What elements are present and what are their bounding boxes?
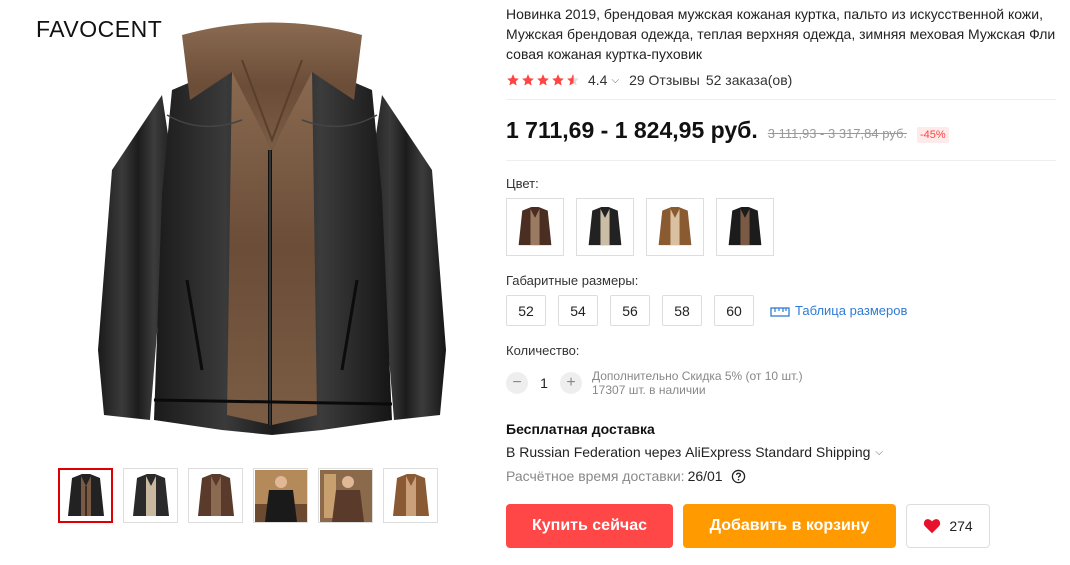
action-buttons: Купить сейчас Добавить в корзину 274 [506,504,1058,548]
rating-value[interactable]: 4.4 [588,72,607,88]
increase-button[interactable]: + [560,372,582,394]
size-option[interactable]: 56 [610,295,650,326]
shipping-method[interactable]: В Russian Federation через AliExpress St… [506,444,1058,460]
rating-row: 4.4 ⌵ 29 Отзывы 52 заказа(ов) [506,70,1058,90]
decrease-button[interactable]: − [506,372,528,394]
star-icon [507,74,519,86]
discount-badge: -45% [917,127,949,143]
old-price: 3 111,93 - 3 317,84 руб. [767,126,907,141]
star-icon [522,74,534,86]
shipping-method-text: В Russian Federation через AliExpress St… [506,444,871,460]
main-product-image[interactable] [92,20,452,445]
size-option[interactable]: 60 [714,295,754,326]
jacket-black-brown-icon [728,207,762,246]
bulk-discount-note: Дополнительно Скидка 5% (от 10 шт.) [592,369,803,383]
color-option-black-beige[interactable] [576,198,634,256]
rating-stars[interactable] [506,73,580,87]
add-to-cart-button[interactable]: Добавить в корзину [683,504,896,548]
thumbnail-4[interactable] [253,468,308,523]
delivery-estimate: Расчётное время доставки: 26/01 [506,468,1058,484]
shipping-title: Бесплатная доставка [506,421,655,437]
reviews-link[interactable]: 29 Отзывы [629,72,700,88]
price-row: 1 711,69 - 1 824,95 руб. 3 111,93 - 3 31… [506,117,1058,151]
jacket-dark-brown-icon [518,207,552,246]
size-label: Габаритные размеры: [506,273,639,288]
thumbnail-1[interactable] [58,468,113,523]
product-info: Новинка 2019, брендовая мужская кожаная … [506,0,1058,548]
size-option[interactable]: 52 [506,295,546,326]
thumbnail-3[interactable] [188,468,243,523]
quantity-info: Дополнительно Скидка 5% (от 10 шт.) 1730… [592,369,803,397]
thumbnail-6[interactable] [383,468,438,523]
color-option-black-brown[interactable] [716,198,774,256]
jacket-thumb-black-beige-icon [132,473,169,516]
star-icon [537,74,549,86]
color-option-dark-brown[interactable] [506,198,564,256]
jacket-camel-icon [658,207,692,246]
size-table-label: Таблица размеров [795,303,908,318]
model-photo-2-icon [319,469,372,522]
product-gallery: FAVOCENT [0,0,500,565]
delivery-label: Расчётное время доставки: [506,468,685,484]
orders-count: 52 заказа(ов) [705,72,793,88]
buy-now-button[interactable]: Купить сейчас [506,504,673,548]
divider [506,99,1056,100]
chevron-down-icon: ⌵ [875,446,883,458]
thumbnail-strip [58,468,438,523]
star-half-icon [567,74,579,86]
thumbnail-5[interactable] [318,468,373,523]
quantity-value[interactable]: 1 [528,375,560,391]
ruler-icon [770,306,790,317]
model-photo-icon [254,469,307,522]
current-price: 1 711,69 - 1 824,95 руб. [506,117,758,143]
color-label: Цвет: [506,176,539,191]
wishlist-button[interactable]: 274 [906,504,990,548]
delivery-date: 26/01 [687,468,723,484]
jacket-thumb-camel-icon [392,473,429,516]
jacket-black-beige-icon [588,207,622,246]
color-options [506,198,1058,256]
size-option[interactable]: 58 [662,295,702,326]
quantity-label: Количество: [506,343,580,358]
color-option-camel[interactable] [646,198,704,256]
size-table-link[interactable]: Таблица размеров [770,303,907,318]
size-option[interactable]: 54 [558,295,598,326]
star-icon [552,74,564,86]
thumbnail-2[interactable] [123,468,178,523]
quantity-stepper: − 1 + Дополнительно Скидка 5% (от 10 шт.… [506,369,1058,397]
size-options: 52 54 56 58 60 Таблица размеров [506,295,1058,326]
wishlist-count: 274 [949,518,973,534]
divider [506,160,1056,161]
chevron-down-icon[interactable]: ⌵ [611,75,619,86]
stock-count: 17307 шт. в наличии [592,383,706,397]
jacket-thumb-black-icon [67,473,104,516]
help-icon[interactable] [731,469,746,484]
jacket-thumb-brown-icon [197,473,234,516]
product-title: Новинка 2019, брендовая мужская кожаная … [506,6,1056,62]
heart-icon [924,519,941,534]
